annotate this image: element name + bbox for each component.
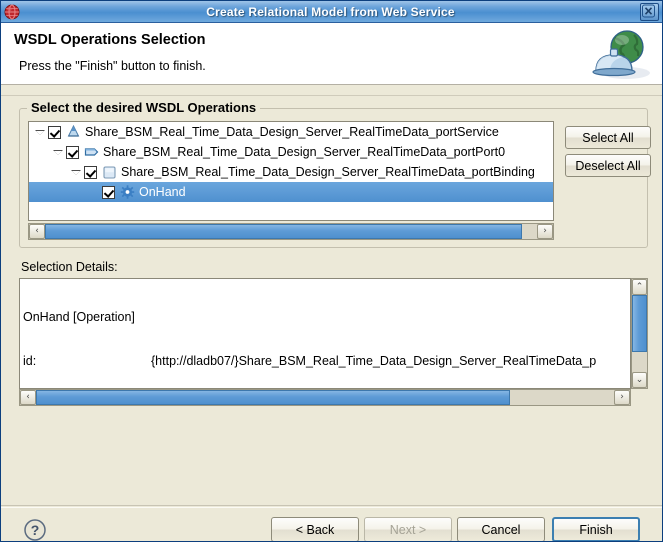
scroll-down-arrow-icon[interactable]: ⌄ — [632, 372, 647, 388]
tree-checkbox[interactable] — [102, 186, 115, 199]
page-subtitle: Press the "Finish" button to finish. — [19, 59, 662, 74]
selection-details-panel: OnHand [Operation] id: {http://dladb07/}… — [19, 278, 648, 406]
app-globe-icon — [3, 3, 21, 21]
right-arrow-glyph: › — [538, 225, 552, 238]
details-value: {http://dladb07/}Share_BSM_Real_Time_Dat… — [151, 354, 596, 369]
dialog-window: Create Relational Model from Web Service… — [0, 0, 663, 542]
up-arrow-glyph: ⌃ — [633, 280, 646, 294]
back-button-label: < Back — [296, 523, 335, 537]
expand-collapse-icon[interactable] — [33, 122, 48, 142]
wsdl-binding-icon — [101, 164, 118, 180]
wsdl-operation-gear-icon — [119, 184, 136, 200]
title-bar: Create Relational Model from Web Service — [1, 1, 662, 23]
tree-row[interactable]: Share_BSM_Real_Time_Data_Design_Server_R… — [29, 122, 553, 142]
wizard-banner: WSDL Operations Selection Press the "Fin… — [1, 23, 662, 85]
scroll-left-arrow-icon[interactable]: ‹ — [29, 224, 45, 239]
details-key: id: — [23, 354, 151, 369]
selection-details-label: Selection Details: — [21, 260, 118, 274]
tree-hscroll-thumb[interactable] — [45, 224, 522, 239]
dialog-body: Select the desired WSDL Operations Share… — [1, 96, 662, 505]
details-vscroll-track[interactable] — [632, 295, 647, 372]
tree-checkbox[interactable] — [84, 166, 97, 179]
tree-row-label: Share_BSM_Real_Time_Data_Design_Server_R… — [121, 165, 535, 179]
finish-button[interactable]: Finish — [552, 517, 640, 542]
tree-row-label: OnHand — [139, 185, 186, 199]
web-service-globe-icon — [584, 25, 656, 85]
tree-checkbox[interactable] — [66, 146, 79, 159]
expand-collapse-icon[interactable] — [69, 162, 84, 182]
select-all-button[interactable]: Select All — [565, 126, 651, 149]
left-arrow-glyph: ‹ — [21, 391, 35, 404]
tree-row-label: Share_BSM_Real_Time_Data_Design_Server_R… — [103, 145, 505, 159]
selection-details-text[interactable]: OnHand [Operation] id: {http://dladb07/}… — [19, 278, 631, 389]
details-row: id: {http://dladb07/}Share_BSM_Real_Time… — [23, 354, 630, 369]
tree-row-label: Share_BSM_Real_Time_Data_Design_Server_R… — [85, 125, 499, 139]
deselect-all-button[interactable]: Deselect All — [565, 154, 651, 177]
finish-button-label: Finish — [579, 523, 612, 537]
dialog-footer: ? < Back Next > Cancel Finish — [1, 505, 662, 542]
scroll-right-arrow-icon[interactable]: › — [614, 390, 630, 405]
help-question-icon[interactable]: ? — [23, 518, 47, 542]
expand-collapse-icon[interactable] — [51, 142, 66, 162]
tree-row[interactable]: Share_BSM_Real_Time_Data_Design_Server_R… — [29, 162, 553, 182]
tree-checkbox[interactable] — [48, 126, 61, 139]
scroll-up-arrow-icon[interactable]: ⌃ — [632, 279, 647, 295]
back-button[interactable]: < Back — [271, 517, 359, 542]
cancel-button[interactable]: Cancel — [457, 517, 545, 542]
cancel-button-label: Cancel — [482, 523, 521, 537]
wsdl-port-icon — [83, 144, 100, 160]
wsdl-service-icon — [65, 124, 82, 140]
select-all-label: Select All — [582, 131, 633, 145]
close-icon[interactable] — [640, 3, 659, 21]
details-hscroll-track[interactable] — [36, 390, 614, 405]
group-title: Select the desired WSDL Operations — [27, 100, 260, 115]
deselect-all-label: Deselect All — [575, 159, 640, 173]
scroll-right-arrow-icon[interactable]: › — [537, 224, 553, 239]
tree-hscroll-track[interactable] — [45, 224, 537, 239]
details-hscroll-thumb[interactable] — [36, 390, 510, 405]
wsdl-operations-tree[interactable]: Share_BSM_Real_Time_Data_Design_Server_R… — [28, 121, 554, 221]
tree-row[interactable]: OnHand — [29, 182, 553, 202]
tree-hscrollbar[interactable]: ‹ › — [28, 223, 554, 240]
details-vscrollbar[interactable]: ⌃ ⌄ — [631, 278, 648, 389]
tree-row[interactable]: Share_BSM_Real_Time_Data_Design_Server_R… — [29, 142, 553, 162]
next-button[interactable]: Next > — [364, 517, 452, 542]
window-title: Create Relational Model from Web Service — [21, 5, 640, 19]
page-title: WSDL Operations Selection — [14, 31, 662, 50]
down-arrow-glyph: ⌄ — [633, 373, 646, 387]
scroll-left-arrow-icon[interactable]: ‹ — [20, 390, 36, 405]
details-vscroll-thumb[interactable] — [632, 295, 647, 352]
svg-text:?: ? — [31, 522, 40, 538]
details-hscrollbar[interactable]: ‹ › — [19, 389, 631, 406]
banner-divider — [1, 85, 662, 96]
next-button-label: Next > — [390, 523, 426, 537]
details-heading: OnHand [Operation] — [23, 310, 630, 325]
wsdl-operations-group: Select the desired WSDL Operations Share… — [19, 108, 648, 248]
right-arrow-glyph: › — [615, 391, 629, 404]
left-arrow-glyph: ‹ — [30, 225, 44, 238]
